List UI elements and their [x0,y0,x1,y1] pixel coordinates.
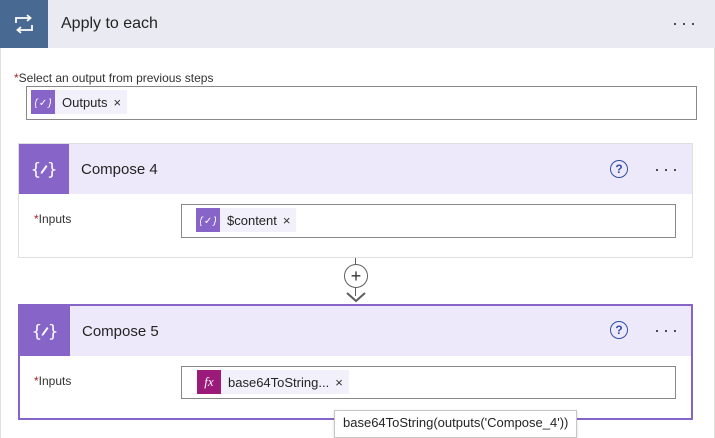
inputs-label: Inputs [38,374,72,388]
compose-4-header[interactable]: { } Compose 4 [19,144,692,194]
add-step-button[interactable]: + [344,264,368,288]
compose-curly-icon: { } [20,306,70,356]
outputs-token[interactable]: {✓} Outputs × [31,90,128,114]
expression-tooltip: base64ToString(outputs('Compose_4')) [334,410,578,438]
compose-5-title[interactable]: Compose 5 [82,323,159,340]
compose-4-more-button[interactable]: ··· [654,160,681,178]
select-output-label: Select an output from previous steps [18,71,214,85]
fx-icon: fx [197,370,221,394]
remove-token-icon[interactable]: × [283,213,297,228]
compose-5-more-button[interactable]: ··· [654,321,681,339]
inputs-label: Inputs [38,212,72,226]
expression-curly-icon: {✓} [196,208,220,232]
expression-curly-icon: {✓} [31,90,55,114]
compose-5-header[interactable]: { } Compose 5 [20,306,691,356]
token-label: $content [227,212,277,228]
compose-4-card: { } Compose 4 [18,143,693,258]
select-output-label-row: *Select an output from previous steps [14,70,213,86]
apply-to-each-more-button[interactable]: ··· [672,14,699,32]
help-icon[interactable]: ? [610,160,628,178]
content-token[interactable]: {✓} $content × [196,208,297,232]
loop-icon [0,0,48,48]
remove-token-icon[interactable]: × [335,375,349,390]
token-label: Outputs [62,94,108,110]
inputs-label-row: *Inputs [34,211,71,227]
base64-expression-token[interactable]: fx base64ToString... × [197,370,349,394]
inputs-label-row: *Inputs [34,373,71,389]
compose-4-title[interactable]: Compose 4 [81,161,158,178]
remove-token-icon[interactable]: × [114,95,128,110]
svg-text:{✓}: {✓} [35,98,51,109]
apply-to-each-title[interactable]: Apply to each [61,0,158,48]
svg-text:{✓}: {✓} [200,216,216,227]
compose-curly-icon: { } [19,144,69,194]
compose-5-card: { } Compose 5 [18,304,693,420]
help-icon[interactable]: ? [610,321,628,339]
token-label: base64ToString... [228,374,330,390]
